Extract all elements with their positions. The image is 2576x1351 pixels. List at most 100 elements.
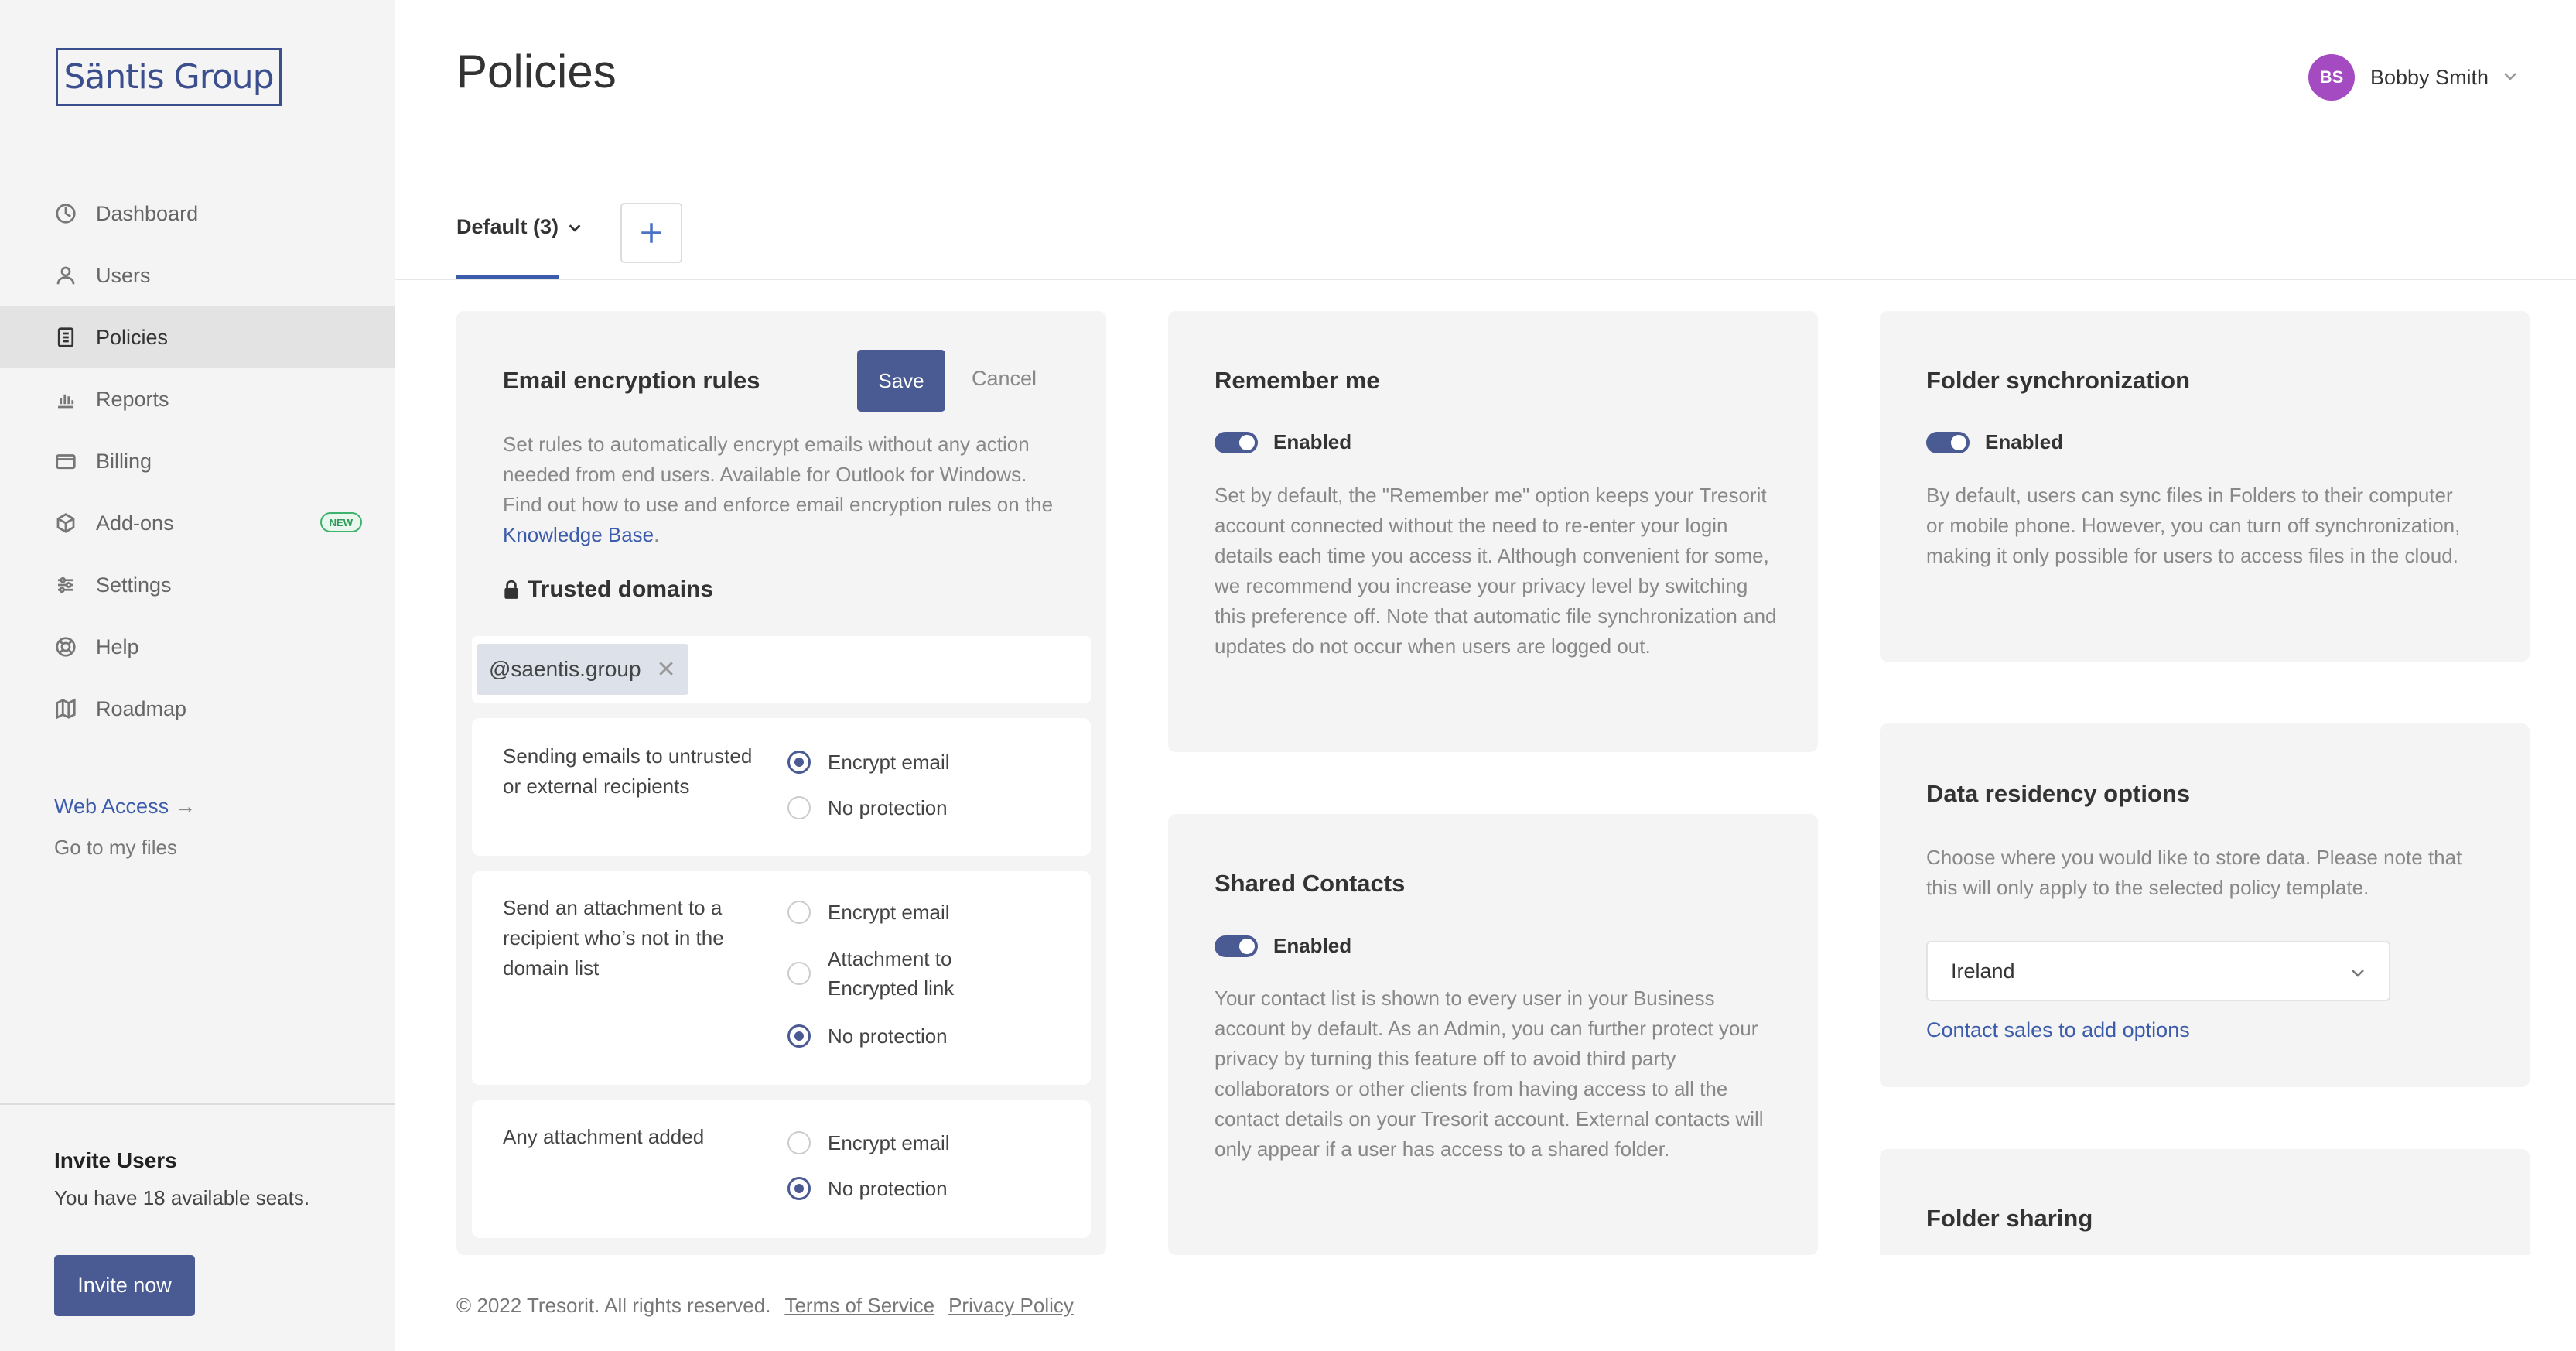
close-icon[interactable]: ✕ <box>657 656 676 683</box>
toggle-label: Enabled <box>1985 430 2064 453</box>
plus-icon <box>641 223 661 243</box>
billing-icon <box>53 448 79 474</box>
user-icon <box>53 262 79 289</box>
domain-chip: @saentis.group ✕ <box>477 644 688 695</box>
invite-now-button[interactable]: Invite now <box>54 1255 195 1316</box>
contact-sales-link[interactable]: Contact sales to add options <box>1926 1018 2190 1042</box>
web-access-link[interactable]: Web Access → <box>54 795 196 819</box>
go-to-files-link[interactable]: Go to my files <box>54 836 177 860</box>
sidebar: Säntis Group Dashboard Users Policies Re… <box>0 0 395 1351</box>
sidebar-item-add-ons[interactable]: Add-ons NEW <box>0 492 395 554</box>
radio-encrypt-email[interactable]: Encrypt email <box>787 898 950 927</box>
remember-me-title: Remember me <box>1215 367 1380 394</box>
sidebar-item-reports[interactable]: Reports <box>0 368 395 430</box>
folder-sharing-title: Folder sharing <box>1926 1205 2093 1232</box>
company-logo[interactable]: Säntis Group <box>56 48 282 106</box>
trusted-domains-input[interactable]: @saentis.group ✕ <box>472 636 1091 703</box>
settings-icon <box>53 572 79 598</box>
sidebar-item-billing[interactable]: Billing <box>0 430 395 492</box>
radio-button[interactable] <box>787 796 811 819</box>
email-encryption-description: Set rules to automatically encrypt email… <box>503 429 1060 550</box>
region-selected-value: Ireland <box>1951 959 2015 983</box>
sidebar-item-users[interactable]: Users <box>0 245 395 306</box>
user-menu[interactable]: BS Bobby Smith <box>2308 54 2520 101</box>
sidebar-item-roadmap[interactable]: Roadmap <box>0 678 395 740</box>
radio-button[interactable] <box>787 1024 811 1048</box>
radio-button[interactable] <box>787 962 811 985</box>
cancel-button[interactable]: Cancel <box>972 367 1037 391</box>
sidebar-item-policies[interactable]: Policies <box>0 306 395 368</box>
remember-me-toggle[interactable]: Enabled <box>1215 430 1351 454</box>
radio-label: No protection <box>828 796 948 819</box>
sidebar-item-label: Help <box>96 634 139 658</box>
radio-button[interactable] <box>787 1177 811 1200</box>
radio-label: Attachment to Encrypted link <box>828 947 955 1000</box>
sidebar-item-label: Reports <box>96 387 169 411</box>
available-seats-text: You have 18 available seats. <box>54 1186 310 1209</box>
knowledge-base-link[interactable]: Knowledge Base <box>503 523 654 546</box>
data-residency-title: Data residency options <box>1926 780 2191 807</box>
radio-no-protection[interactable]: No protection <box>787 1021 948 1051</box>
sidebar-item-label: Settings <box>96 573 172 597</box>
reports-icon <box>53 386 79 412</box>
remember-me-description: Set by default, the "Remember me" option… <box>1215 484 1777 658</box>
save-button[interactable]: Save <box>857 350 945 412</box>
avatar: BS <box>2308 54 2355 101</box>
radio-button[interactable] <box>787 1131 811 1154</box>
sidebar-item-label: Billing <box>96 449 152 473</box>
arrow-right-icon: → <box>175 795 196 818</box>
sidebar-divider <box>0 1103 395 1105</box>
radio-button[interactable] <box>787 901 811 924</box>
radio-no-protection[interactable]: No protection <box>787 793 948 823</box>
invite-users-title: Invite Users <box>54 1148 177 1172</box>
user-name: Bobby Smith <box>2370 65 2489 89</box>
tab-default[interactable]: Default (3) <box>456 215 583 239</box>
privacy-policy-link[interactable]: Privacy Policy <box>948 1294 1074 1318</box>
folder-sync-title: Folder synchronization <box>1926 367 2191 394</box>
add-policy-button[interactable] <box>620 203 682 263</box>
radio-label: Encrypt email <box>828 901 950 924</box>
radio-attachment-encrypted-link[interactable]: Attachment to Encrypted link <box>787 944 990 1003</box>
policies-icon <box>53 324 79 351</box>
trusted-domains-label: Trusted domains <box>528 576 714 602</box>
terms-of-service-link[interactable]: Terms of Service <box>784 1294 934 1318</box>
data-residency-description: Choose where you would like to store dat… <box>1926 846 2462 899</box>
radio-label: No protection <box>828 1024 948 1048</box>
domain-chip-label: @saentis.group <box>489 657 641 681</box>
radio-encrypt-email[interactable]: Encrypt email <box>787 747 950 777</box>
tab-label: Default (3) <box>456 215 559 238</box>
trusted-domains-heading: Trusted domains <box>503 576 713 603</box>
box-icon <box>53 510 79 536</box>
sidebar-item-label: Policies <box>96 325 169 349</box>
sidebar-nav: Dashboard Users Policies Reports Billing <box>0 183 395 740</box>
shared-contacts-description: Your contact list is shown to every user… <box>1215 987 1764 1161</box>
page-title: Policies <box>456 46 617 97</box>
radio-encrypt-email[interactable]: Encrypt email <box>787 1128 950 1158</box>
sidebar-item-dashboard[interactable]: Dashboard <box>0 183 395 245</box>
rule-label: Any attachment added <box>503 1125 705 1148</box>
help-icon <box>53 634 79 660</box>
shared-contacts-toggle[interactable]: Enabled <box>1215 934 1351 958</box>
rule-any-attachment: Any attachment added Encrypt email No pr… <box>472 1100 1091 1238</box>
toggle-label: Enabled <box>1273 934 1352 957</box>
toggle-switch[interactable] <box>1215 431 1258 453</box>
sidebar-item-label: Add-ons <box>96 511 174 535</box>
sidebar-item-help[interactable]: Help <box>0 616 395 678</box>
sidebar-item-settings[interactable]: Settings <box>0 554 395 616</box>
folder-sync-toggle[interactable]: Enabled <box>1926 430 2063 454</box>
toggle-switch[interactable] <box>1926 431 1970 453</box>
description-end: . <box>654 523 660 546</box>
sidebar-item-label: Roadmap <box>96 696 187 720</box>
copyright-text: © 2022 Tresorit. All rights reserved. <box>456 1294 771 1317</box>
toggle-switch[interactable] <box>1215 935 1258 957</box>
lock-icon <box>504 580 518 599</box>
new-badge: NEW <box>319 512 362 532</box>
radio-label: Encrypt email <box>828 751 950 774</box>
region-select[interactable]: Ireland <box>1926 941 2390 1001</box>
chevron-down-icon <box>569 224 581 232</box>
radio-no-protection[interactable]: No protection <box>787 1174 948 1203</box>
sidebar-item-label: Dashboard <box>96 201 199 225</box>
radio-button[interactable] <box>787 751 811 774</box>
tabs-divider <box>395 279 2576 280</box>
rule-attachment-not-in-domain: Send an attachment to a recipient who’s … <box>472 871 1091 1085</box>
